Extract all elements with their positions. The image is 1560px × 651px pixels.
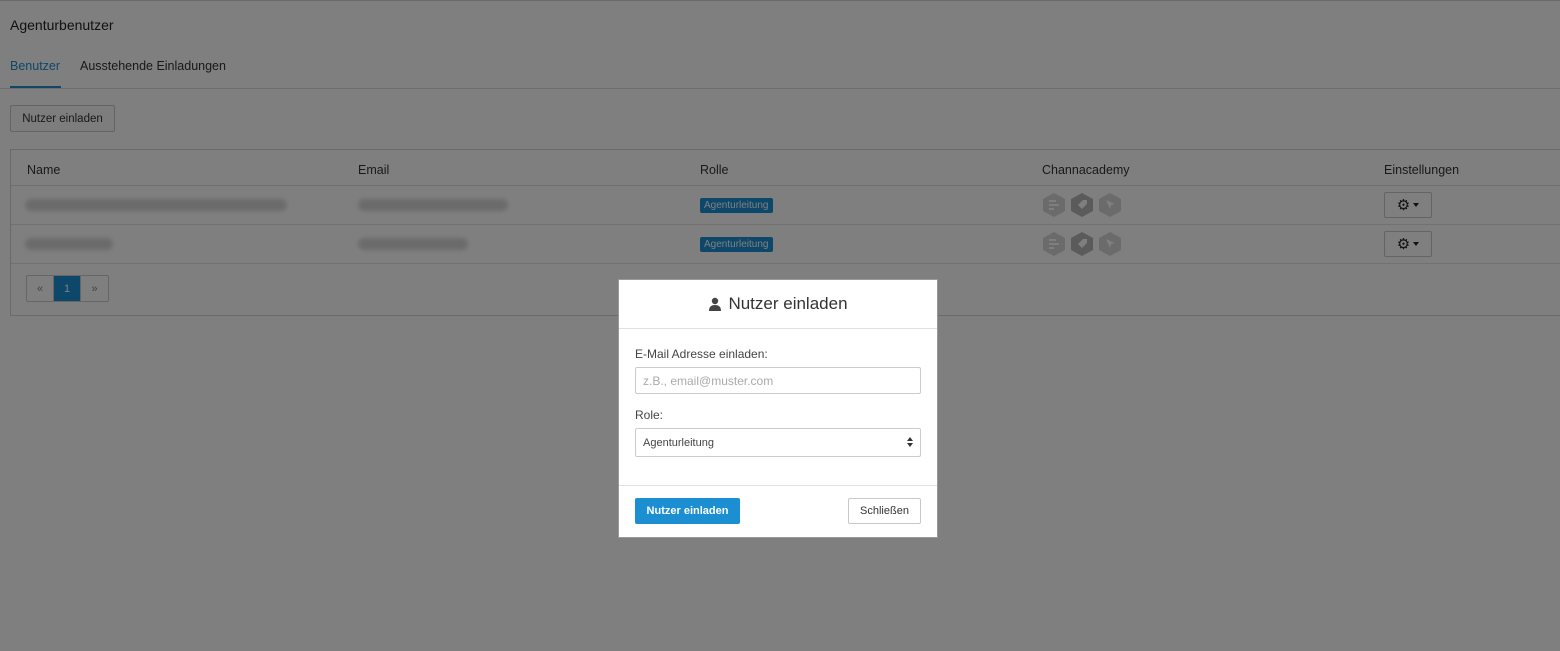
submit-invite-button[interactable]: Nutzer einladen bbox=[635, 498, 740, 524]
modal-title: Nutzer einladen bbox=[728, 294, 848, 313]
select-arrows-icon bbox=[907, 437, 914, 449]
email-field[interactable] bbox=[635, 367, 921, 394]
user-icon bbox=[709, 297, 722, 311]
email-label: E-Mail Adresse einladen: bbox=[635, 347, 768, 361]
role-select[interactable]: Agenturleitung bbox=[635, 428, 921, 457]
role-label: Role: bbox=[635, 408, 664, 422]
invite-user-modal: Nutzer einladen E-Mail Adresse einladen:… bbox=[618, 279, 938, 538]
role-select-value: Agenturleitung bbox=[643, 436, 714, 449]
close-button[interactable]: Schließen bbox=[848, 498, 921, 524]
modal-footer: Nutzer einladen Schließen bbox=[619, 485, 937, 538]
modal-header: Nutzer einladen bbox=[619, 280, 937, 329]
